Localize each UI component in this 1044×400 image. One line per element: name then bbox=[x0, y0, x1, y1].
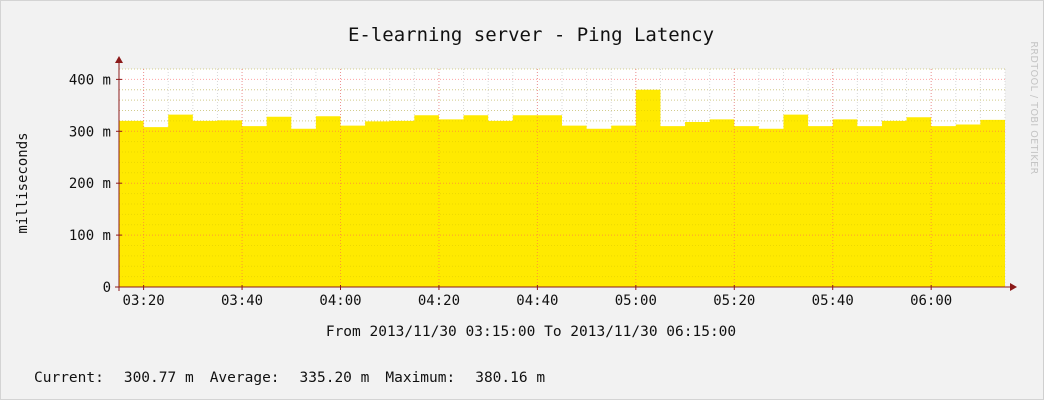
x-tick-labels: 03:20 03:40 04:00 04:20 04:40 05:00 05:20 05:40… bbox=[123, 293, 953, 309]
maximum-value: 380.16 m bbox=[475, 370, 546, 386]
y-tick-label: 400 m bbox=[69, 72, 111, 88]
ping-latency-chart: E-learning server - Ping Latency millise… bbox=[15, 24, 1039, 340]
x-tick-label: 03:40 bbox=[221, 293, 263, 309]
x-axis-arrow bbox=[1010, 283, 1017, 291]
current-label: Current: bbox=[34, 370, 104, 386]
x-tick-label: 04:20 bbox=[418, 293, 460, 309]
y-tick-label: 0 bbox=[103, 280, 111, 296]
average-value: 335.20 m bbox=[299, 370, 370, 386]
y-tick-label: 100 m bbox=[69, 228, 111, 244]
y-tick-label: 200 m bbox=[69, 176, 111, 192]
x-tick-label: 06:00 bbox=[910, 293, 952, 309]
average-label: Average: bbox=[209, 370, 280, 386]
x-axis-label: From 2013/11/30 03:15:00 To 2013/11/30 0… bbox=[326, 324, 736, 340]
x-tick-label: 03:20 bbox=[123, 293, 165, 309]
y-axis-arrow bbox=[115, 56, 123, 63]
current-value: 300.77 m bbox=[123, 370, 194, 386]
x-tick-label: 05:40 bbox=[812, 293, 854, 309]
chart-title: E-learning server - Ping Latency bbox=[348, 24, 714, 46]
watermark: RRDTOOL / TOBI OETIKER bbox=[1028, 41, 1039, 174]
x-tick-label: 04:40 bbox=[516, 293, 558, 309]
maximum-label: Maximum: bbox=[385, 370, 456, 386]
y-axis-label: milliseconds bbox=[15, 132, 31, 233]
x-tick-label: 05:00 bbox=[615, 293, 657, 309]
y-tick-labels: 0 100 m 200 m 300 m 400 m bbox=[69, 72, 111, 296]
x-tick-label: 04:00 bbox=[319, 293, 361, 309]
x-tick-label: 05:20 bbox=[713, 293, 755, 309]
stats-footer: Current: 300.77 m Average: 335.20 m Maximum:… bbox=[34, 370, 545, 386]
y-tick-label: 300 m bbox=[69, 124, 111, 140]
